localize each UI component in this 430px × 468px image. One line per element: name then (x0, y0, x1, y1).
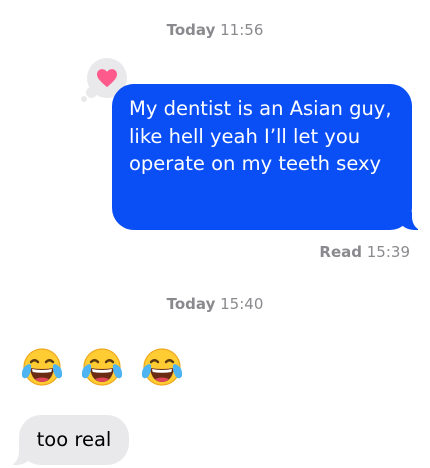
timestamp-day: Today (166, 295, 216, 313)
outgoing-message-bubble[interactable]: My dentist is an Asian guy, like hell ye… (112, 84, 428, 231)
timestamp-header: Today 15:40 (0, 295, 430, 313)
tapback-tail-dot (86, 87, 97, 98)
timestamp-day: Today (166, 21, 216, 39)
incoming-message-bubble[interactable]: too real (3, 415, 129, 466)
message-thread: Today 11:56 My dentist is an Asian guy, … (0, 0, 430, 468)
incoming-message-text: too real (36, 428, 112, 451)
heart-icon (97, 69, 117, 88)
emoji-message[interactable] (18, 343, 186, 391)
face-with-tears-of-joy-icon (81, 348, 123, 386)
outgoing-message-text: My dentist is an Asian guy, like hell ye… (129, 97, 392, 175)
timestamp-time: 15:40 (220, 295, 264, 313)
face-with-tears-of-joy-icon (141, 348, 183, 386)
timestamp-time: 11:56 (220, 21, 264, 39)
read-receipt-status: Read (319, 243, 362, 261)
face-with-tears-of-joy-icon (21, 348, 63, 386)
tapback-tail-dot-small (81, 96, 87, 102)
read-receipt: Read 15:39 (319, 243, 410, 261)
read-receipt-time: 15:39 (366, 243, 410, 261)
timestamp-header: Today 11:56 (0, 21, 430, 39)
